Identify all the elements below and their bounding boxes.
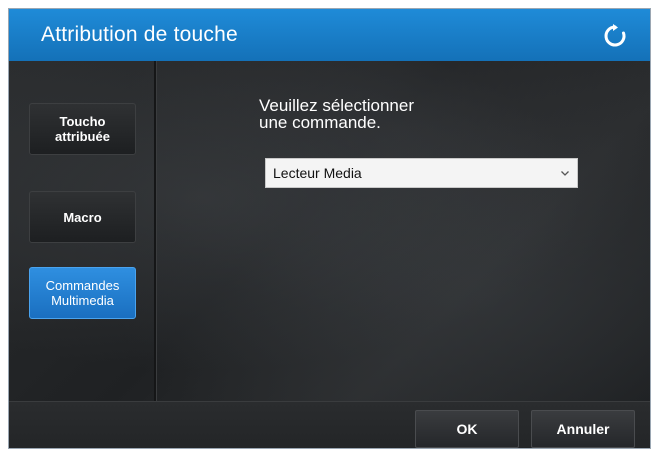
sidebar-item-multimedia-commands[interactable]: Commandes Multimedia — [29, 267, 136, 319]
refresh-icon[interactable] — [602, 23, 628, 49]
key-assignment-window: Attribution de touche Toucho attribuée M… — [8, 8, 651, 449]
cancel-button[interactable]: Annuler — [531, 410, 635, 448]
sidebar-item-macro[interactable]: Macro — [29, 191, 136, 243]
footer-bar: OK Annuler — [9, 401, 650, 448]
content-area: Toucho attribuée Macro Commandes Multime… — [9, 61, 650, 401]
sidebar-item-assigned-key[interactable]: Toucho attribuée — [29, 103, 136, 155]
window-title: Attribution de touche — [41, 23, 238, 46]
command-select-value: Lecteur Media — [273, 165, 362, 181]
command-prompt: Veuillez sélectionner une commande. — [259, 96, 414, 132]
ok-button[interactable]: OK — [415, 410, 519, 448]
chevron-down-icon — [561, 171, 569, 176]
sidebar: Toucho attribuée Macro Commandes Multime… — [9, 61, 156, 401]
title-bar: Attribution de touche — [9, 9, 650, 61]
command-select[interactable]: Lecteur Media — [265, 158, 578, 188]
